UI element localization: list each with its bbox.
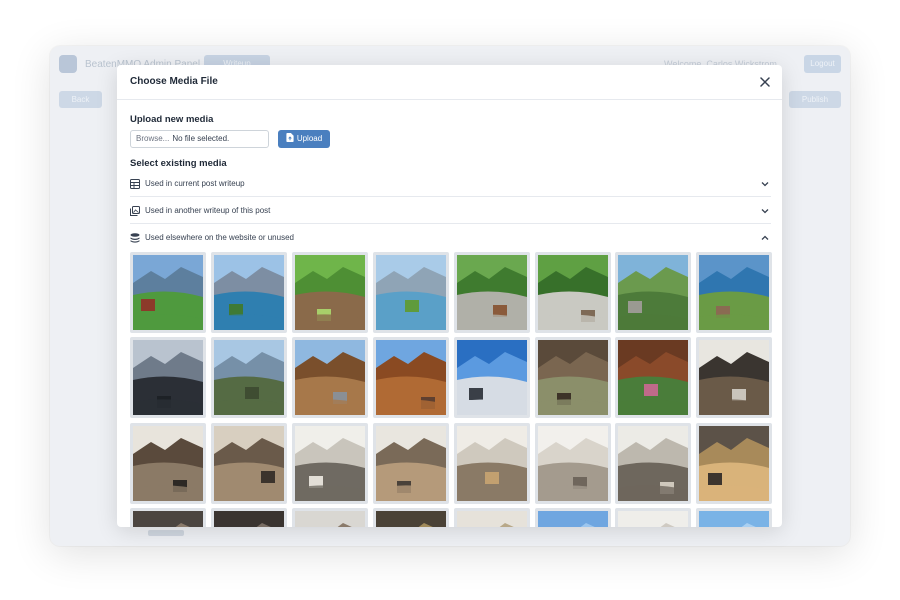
- upload-label: Upload: [296, 134, 323, 143]
- media-thumbnail[interactable]: [615, 507, 692, 527]
- media-thumbnail[interactable]: [534, 337, 611, 419]
- media-thumbnail[interactable]: [130, 252, 206, 333]
- media-thumbnail[interactable]: [210, 507, 287, 527]
- media-image: [537, 510, 608, 527]
- media-thumbnail[interactable]: [453, 252, 530, 333]
- no-file-label: No file selected.: [172, 134, 230, 143]
- media-thumbnail[interactable]: [453, 507, 530, 527]
- accordion-elsewhere[interactable]: Used elsewhere on the website or unused: [130, 225, 771, 251]
- upload-heading: Upload new media: [130, 114, 214, 125]
- media-thumbnail[interactable]: [210, 422, 287, 504]
- media-image: [699, 255, 770, 330]
- browse-label: Browse...: [136, 134, 170, 143]
- media-thumbnail[interactable]: [696, 422, 773, 504]
- close-button[interactable]: [757, 74, 773, 90]
- media-thumbnail[interactable]: [534, 252, 611, 333]
- file-upload-icon: [286, 133, 294, 142]
- media-thumbnail[interactable]: [291, 422, 368, 504]
- chevron-down-icon: [761, 209, 769, 214]
- media-thumbnail[interactable]: [210, 252, 287, 333]
- media-image: [456, 425, 527, 501]
- media-image: [537, 255, 608, 330]
- media-image: [294, 255, 365, 330]
- upload-button[interactable]: Upload: [278, 130, 330, 148]
- media-image: [213, 340, 284, 416]
- chevron-down-icon: [761, 182, 769, 187]
- media-image: [133, 510, 203, 527]
- accordion-label: Used elsewhere on the website or unused: [145, 233, 294, 242]
- media-thumbnail[interactable]: [453, 337, 530, 419]
- accordion-current-writeup[interactable]: Used in current post writeup: [130, 171, 771, 197]
- close-icon: [760, 77, 770, 87]
- media-thumbnail[interactable]: [372, 252, 449, 333]
- media-image: [213, 255, 284, 330]
- logout-button[interactable]: Logout: [804, 55, 841, 73]
- media-image: [618, 510, 689, 527]
- modal-header: Choose Media File: [117, 65, 782, 100]
- media-image: [294, 510, 365, 527]
- accordion-another-writeup[interactable]: Used in another writeup of this post: [130, 198, 771, 224]
- media-image: [456, 510, 527, 527]
- modal-title: Choose Media File: [130, 76, 218, 87]
- accordion-label: Used in current post writeup: [145, 179, 245, 188]
- media-image: [213, 510, 284, 527]
- media-thumbnail[interactable]: [130, 507, 206, 527]
- media-image: [375, 510, 446, 527]
- media-thumbnail[interactable]: [696, 507, 773, 527]
- media-image: [213, 425, 284, 501]
- media-image: [699, 340, 770, 416]
- media-thumbnail[interactable]: [291, 337, 368, 419]
- media-thumbnail[interactable]: [372, 507, 449, 527]
- media-thumbnail[interactable]: [453, 422, 530, 504]
- media-image: [375, 425, 446, 501]
- media-thumbnail[interactable]: [130, 337, 206, 419]
- media-image: [133, 340, 203, 416]
- media-image: [618, 255, 689, 330]
- media-thumbnail[interactable]: [615, 422, 692, 504]
- chevron-up-icon: [761, 235, 769, 240]
- media-image: [294, 425, 365, 501]
- accordion-label: Used in another writeup of this post: [145, 206, 271, 215]
- gallery-icon: [130, 206, 140, 216]
- media-thumbnail[interactable]: [696, 252, 773, 333]
- media-thumbnail[interactable]: [372, 422, 449, 504]
- media-thumbnail[interactable]: [534, 422, 611, 504]
- media-thumbnail[interactable]: [372, 337, 449, 419]
- media-image: [456, 255, 527, 330]
- media-thumbnail[interactable]: [534, 507, 611, 527]
- app-logo: [59, 55, 77, 73]
- media-thumbnail[interactable]: [615, 337, 692, 419]
- media-image: [133, 255, 203, 330]
- media-thumbnail[interactable]: [615, 252, 692, 333]
- media-image: [699, 510, 770, 527]
- media-image: [537, 340, 608, 416]
- file-input[interactable]: Browse... No file selected.: [130, 130, 269, 148]
- media-image: [294, 340, 365, 416]
- media-image: [537, 425, 608, 501]
- media-image: [618, 340, 689, 416]
- media-image: [375, 255, 446, 330]
- media-thumbnail[interactable]: [291, 507, 368, 527]
- media-thumbnail[interactable]: [210, 337, 287, 419]
- background-element: [148, 530, 184, 536]
- publish-button[interactable]: Publish: [789, 91, 841, 108]
- media-thumbnail[interactable]: [291, 252, 368, 333]
- media-image: [133, 425, 203, 501]
- media-image: [375, 340, 446, 416]
- back-button[interactable]: Back: [59, 91, 102, 108]
- database-icon: [130, 233, 140, 243]
- select-heading: Select existing media: [130, 158, 227, 169]
- table-icon: [130, 179, 140, 189]
- media-image: [456, 340, 527, 416]
- choose-media-modal: Choose Media File Upload new media Brows…: [117, 65, 782, 527]
- media-thumbnail[interactable]: [130, 422, 206, 504]
- media-image: [618, 425, 689, 501]
- media-image: [699, 425, 770, 501]
- media-thumbnail[interactable]: [696, 337, 773, 419]
